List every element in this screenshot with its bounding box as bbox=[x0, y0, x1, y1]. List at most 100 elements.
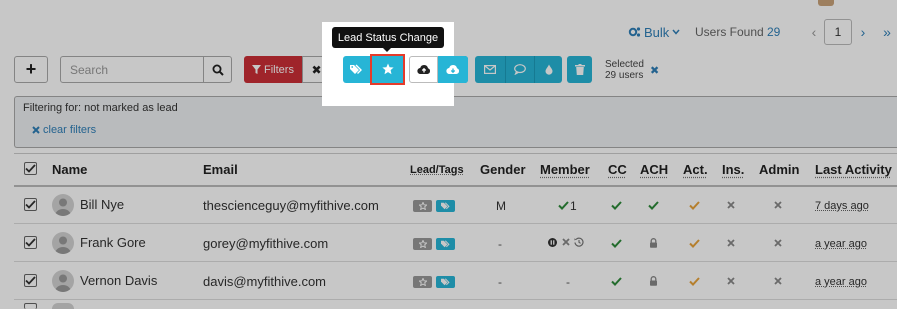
select-all-checkbox[interactable] bbox=[24, 162, 37, 175]
check-icon bbox=[611, 239, 622, 248]
column-header-ins[interactable]: Ins. bbox=[722, 162, 744, 177]
times-icon bbox=[727, 239, 735, 247]
tag-icon bbox=[440, 240, 451, 248]
clear-selection-button[interactable]: ✖ bbox=[650, 64, 659, 77]
row-divider bbox=[14, 299, 897, 300]
clear-filters-label: clear filters bbox=[43, 124, 97, 136]
send-email-button[interactable] bbox=[475, 56, 505, 83]
user-email: gorey@myfithive.com bbox=[203, 236, 329, 251]
tag-icon bbox=[440, 202, 451, 210]
user-avatar-thumbnail[interactable] bbox=[818, 0, 834, 6]
column-header-act[interactable]: Act. bbox=[683, 162, 708, 177]
times-icon bbox=[774, 239, 782, 247]
user-avatar-icon[interactable] bbox=[52, 194, 74, 216]
column-header-lead-tags[interactable]: Lead/Tags bbox=[410, 164, 464, 176]
tags-mini-button[interactable] bbox=[436, 276, 455, 288]
column-header-cc[interactable]: CC bbox=[608, 162, 627, 177]
star-icon bbox=[418, 240, 427, 248]
clear-filters-link[interactable]: clear filters bbox=[32, 124, 96, 136]
cloud-upload-icon bbox=[416, 64, 431, 75]
add-user-button[interactable]: + bbox=[14, 56, 48, 83]
column-header-member[interactable]: Member bbox=[540, 162, 590, 177]
tags-button-spotlit[interactable] bbox=[343, 56, 371, 83]
filtering-for-text: Filtering for: not marked as lead bbox=[23, 102, 178, 114]
gender-value: - bbox=[498, 275, 502, 289]
check-icon bbox=[558, 201, 569, 210]
user-name[interactable]: Bill Nye bbox=[80, 197, 124, 212]
users-found-count: 29 bbox=[767, 25, 781, 39]
column-header-last-activity[interactable]: Last Activity bbox=[815, 162, 892, 177]
check-icon bbox=[689, 201, 700, 210]
last-activity-value: 7 days ago bbox=[815, 200, 869, 212]
filters-button[interactable]: Filters bbox=[244, 56, 302, 83]
pause-icon bbox=[548, 238, 557, 247]
user-email: thescienceguy@myfithive.com bbox=[203, 198, 379, 213]
pagination-current-page[interactable]: 1 bbox=[824, 19, 852, 45]
user-name[interactable]: Frank Gore bbox=[80, 235, 146, 250]
checkbox-checked-icon bbox=[25, 276, 36, 285]
chevron-down-icon bbox=[672, 29, 680, 35]
check-icon bbox=[611, 277, 622, 286]
lead-status-tooltip: Lead Status Change bbox=[332, 27, 444, 48]
search-input[interactable] bbox=[60, 56, 204, 83]
trash-icon bbox=[574, 64, 585, 75]
column-header-email[interactable]: Email bbox=[203, 162, 238, 177]
column-header-ach[interactable]: ACH bbox=[640, 162, 668, 177]
row-checkbox[interactable] bbox=[24, 198, 37, 211]
gender-value: M bbox=[496, 199, 506, 213]
export-download-button-spotlit[interactable] bbox=[438, 56, 468, 83]
star-icon bbox=[418, 278, 427, 286]
star-icon bbox=[418, 202, 427, 210]
lock-icon bbox=[649, 238, 658, 248]
lead-star-button[interactable] bbox=[413, 238, 432, 250]
column-header-name[interactable]: Name bbox=[52, 162, 87, 177]
comment-icon bbox=[514, 64, 526, 75]
selected-count: 29 users bbox=[605, 70, 644, 81]
tooltip-arrow bbox=[382, 47, 392, 52]
member-count: 1 bbox=[570, 199, 577, 213]
column-header-admin[interactable]: Admin bbox=[759, 162, 799, 177]
check-icon bbox=[689, 277, 700, 286]
last-activity-value: a year ago bbox=[815, 238, 867, 250]
row-checkbox[interactable] bbox=[24, 236, 37, 249]
user-avatar-icon[interactable] bbox=[52, 232, 74, 254]
pagination-last-button[interactable]: » bbox=[877, 19, 897, 45]
pagination-next-button[interactable]: › bbox=[855, 19, 871, 45]
times-icon bbox=[562, 238, 570, 246]
row-checkbox[interactable] bbox=[24, 274, 37, 287]
user-name[interactable]: Vernon Davis bbox=[80, 273, 157, 288]
filters-label: Filters bbox=[264, 63, 294, 76]
delete-users-button[interactable] bbox=[567, 56, 592, 83]
selected-label: Selected bbox=[605, 59, 644, 70]
drop-in-button[interactable] bbox=[534, 56, 562, 83]
gender-value: - bbox=[498, 237, 502, 251]
check-icon bbox=[611, 201, 622, 210]
member-value: - bbox=[566, 275, 570, 289]
tag-icon bbox=[440, 278, 451, 286]
lead-star-button[interactable] bbox=[413, 200, 432, 212]
user-avatar-icon[interactable] bbox=[52, 303, 74, 309]
checkbox-checked-icon bbox=[25, 200, 36, 209]
cloud-download-icon bbox=[446, 64, 460, 75]
cogs-icon bbox=[628, 26, 641, 38]
bulk-menu-button[interactable]: Bulk bbox=[628, 23, 680, 41]
checkbox-checked-icon bbox=[25, 238, 36, 247]
send-sms-button[interactable] bbox=[505, 56, 534, 83]
row-divider bbox=[14, 223, 897, 224]
bulk-label: Bulk bbox=[644, 24, 670, 40]
users-found-label: Users Found bbox=[695, 25, 764, 39]
tags-mini-button[interactable] bbox=[436, 200, 455, 212]
tags-mini-button[interactable] bbox=[436, 238, 455, 250]
import-upload-button-spotlit[interactable] bbox=[409, 56, 438, 83]
column-header-gender[interactable]: Gender bbox=[480, 162, 526, 177]
lead-status-highlight-box bbox=[370, 54, 405, 85]
row-checkbox[interactable] bbox=[24, 303, 37, 309]
search-icon bbox=[212, 64, 224, 76]
search-button[interactable] bbox=[203, 56, 232, 83]
user-avatar-icon[interactable] bbox=[52, 270, 74, 292]
last-activity-value: a year ago bbox=[815, 276, 867, 288]
pagination-prev-button[interactable]: ‹ bbox=[805, 19, 823, 45]
filter-icon bbox=[252, 65, 262, 74]
lead-star-button[interactable] bbox=[413, 276, 432, 288]
checkbox-checked-icon bbox=[25, 164, 36, 173]
